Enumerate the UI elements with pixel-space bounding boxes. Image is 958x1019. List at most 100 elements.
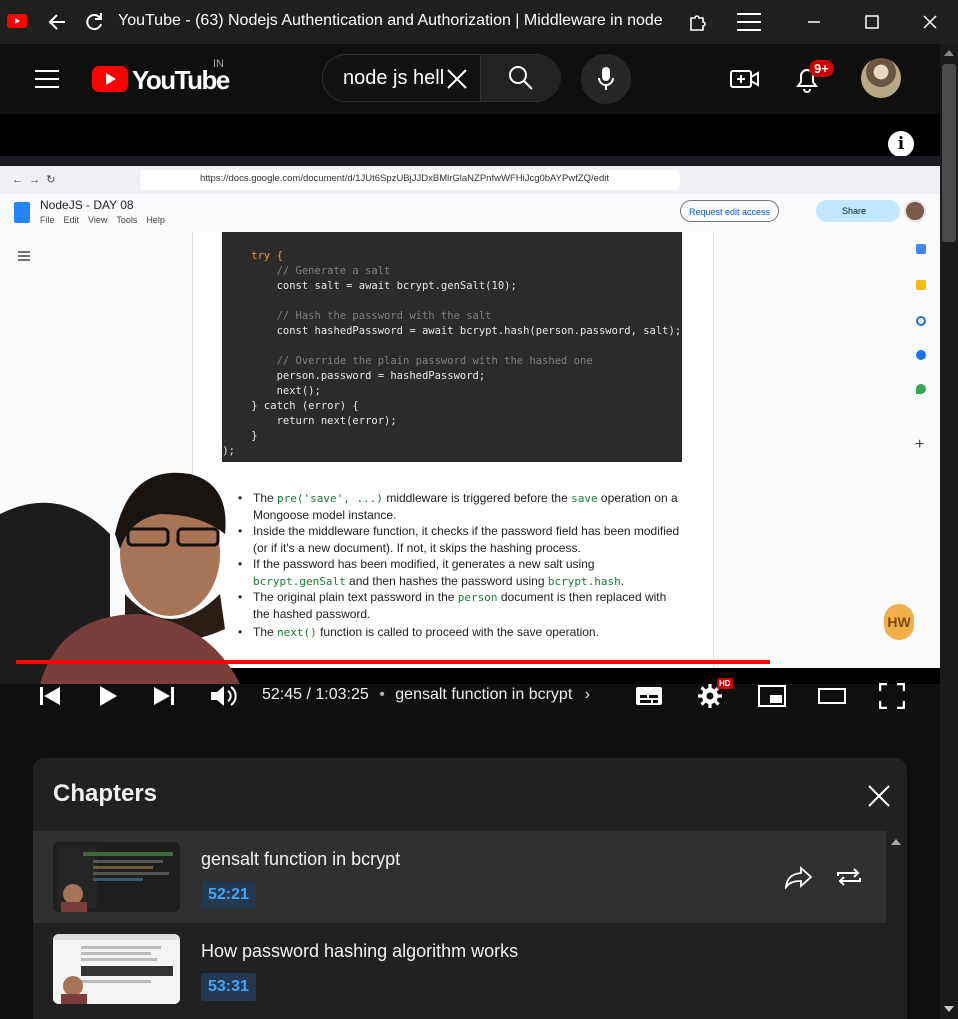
docs-menu-tools: Tools: [116, 215, 138, 225]
notifications-badge: 9+: [809, 60, 834, 77]
scrollbar-thumb[interactable]: [942, 64, 956, 242]
maximize-icon[interactable]: [858, 8, 886, 36]
voice-search-button[interactable]: [581, 54, 631, 104]
bullet-item: • Inside the middleware function, it che…: [238, 524, 680, 555]
region-label: IN: [213, 58, 224, 70]
docs-menu-edit: Edit: [63, 215, 80, 225]
extensions-puzzle-icon[interactable]: [684, 8, 712, 36]
bullet-item: • The next() function is called to proce…: [238, 625, 599, 639]
chapter-timestamp[interactable]: 53:31: [201, 973, 256, 1001]
subtitles-icon[interactable]: [634, 682, 664, 710]
next-icon[interactable]: [150, 682, 178, 710]
youtube-header: YouTube IN node js hell 9+: [0, 44, 940, 114]
chapter-name: gensalt function in bcrypt: [201, 849, 401, 869]
window-title: YouTube - (63) Nodejs Authentication and…: [118, 12, 663, 29]
code-line: // Generate a salt: [226, 265, 391, 277]
chapter-thumbnail: [53, 934, 180, 1004]
doc-title: NodeJS - DAY 08: [40, 198, 134, 212]
code-line: // Override the plain password with the …: [226, 355, 593, 367]
chapters-scrollbar[interactable]: [886, 831, 907, 1019]
close-icon[interactable]: [863, 780, 895, 812]
chapters-title: Chapters: [53, 780, 158, 807]
docs-menu-bar: File Edit View Tools Help: [40, 215, 165, 225]
seek-bar[interactable]: [16, 660, 924, 664]
chapters-panel: Chapters gensalt function in bcrypt 52:2…: [33, 758, 907, 1019]
chapter-item[interactable]: gensalt function in bcrypt 52:21: [33, 831, 886, 923]
youtube-logo[interactable]: YouTube IN: [92, 58, 232, 96]
recorded-url-row: ← → ↻ https://docs.google.com/document/d…: [0, 166, 940, 195]
search-input-value: node js hell: [343, 67, 443, 89]
code-block: try { // Generate a salt const salt = aw…: [216, 232, 682, 462]
video-player[interactable]: i ← → ↻ https://docs.google.com/document…: [0, 114, 940, 684]
scroll-down-icon[interactable]: [944, 1006, 954, 1012]
chapter-chevron-icon[interactable]: ›: [585, 686, 590, 703]
chapter-timestamp[interactable]: 52:21: [201, 881, 256, 909]
recorded-nav-icons: ← → ↻: [12, 174, 56, 186]
contacts-icon: [916, 350, 926, 360]
add-addon-icon: +: [915, 436, 925, 453]
fullscreen-icon[interactable]: [876, 680, 908, 712]
tasks-icon: [916, 316, 926, 326]
code-line: const salt = await bcrypt.genSalt(10);: [226, 280, 517, 292]
menu-lines-icon[interactable]: [734, 8, 764, 36]
code-line: try {: [226, 250, 283, 262]
code-line: // Hash the password with the salt: [226, 310, 492, 322]
close-window-icon[interactable]: [916, 8, 944, 36]
create-video-icon[interactable]: [728, 64, 762, 94]
search-input[interactable]: node js hell: [323, 55, 480, 101]
hd-badge: HD: [717, 678, 733, 689]
chapter-thumbnail: [53, 842, 180, 912]
docs-logo-icon: [14, 202, 30, 223]
guide-menu-icon[interactable]: [30, 64, 64, 94]
miniplayer-icon[interactable]: [756, 682, 788, 710]
microphone-icon: [598, 67, 614, 90]
refresh-icon[interactable]: [80, 8, 108, 36]
chapter-name: How password hashing algorithm works: [201, 941, 519, 961]
share-arrow-icon[interactable]: [783, 861, 815, 893]
channel-watermark: HW: [884, 604, 914, 640]
outline-icon: [18, 248, 30, 266]
code-line: return next(error);: [226, 415, 397, 427]
docs-header: NodeJS - DAY 08 File Edit View Tools Hel…: [0, 194, 940, 232]
play-icon[interactable]: [94, 682, 122, 710]
code-line: const hashedPassword = await bcrypt.hash…: [226, 325, 682, 337]
clear-search-icon[interactable]: [443, 65, 471, 93]
info-icon[interactable]: i: [888, 131, 914, 157]
code-line: }: [226, 430, 258, 442]
request-edit-button: Request edit access: [680, 200, 780, 222]
current-chapter-label[interactable]: gensalt function in bcrypt: [395, 686, 572, 703]
browser-title-bar: YouTube - (63) Nodejs Authentication and…: [0, 0, 958, 44]
docs-menu-help: Help: [146, 215, 165, 225]
previous-icon[interactable]: [36, 682, 64, 710]
scroll-up-icon[interactable]: [891, 839, 901, 845]
back-arrow-icon[interactable]: [44, 8, 72, 36]
search-bar: node js hell: [322, 54, 561, 102]
calendar-icon: [916, 244, 926, 254]
code-line: } catch (error) {: [226, 400, 359, 412]
search-icon: [509, 66, 533, 90]
bullet-item: • The original plain text password in th…: [238, 590, 667, 621]
time-display: 52:45 / 1:03:25 • gensalt function in bc…: [262, 686, 590, 704]
seek-bar-played: [16, 660, 770, 664]
page-scrollbar[interactable]: [940, 44, 958, 1019]
chapter-item[interactable]: How password hashing algorithm works 53:…: [33, 923, 886, 1015]
bullet-item: • The pre('save', ...) middleware is tri…: [238, 491, 678, 522]
docs-menu-file: File: [40, 215, 55, 225]
loop-icon[interactable]: [833, 861, 865, 893]
avatar[interactable]: [861, 58, 901, 98]
recorded-tabs-row: [0, 156, 940, 166]
minimize-icon[interactable]: [800, 8, 828, 36]
theater-mode-icon[interactable]: [816, 682, 848, 710]
code-line: next();: [226, 385, 321, 397]
volume-icon[interactable]: [208, 680, 240, 712]
docs-avatar: [904, 200, 926, 222]
bullet-item: • If the password has been modified, it …: [238, 557, 625, 588]
search-button[interactable]: [480, 55, 561, 101]
youtube-favicon-icon: [6, 10, 28, 32]
docs-side-panel: +: [905, 232, 940, 668]
scroll-up-icon[interactable]: [944, 50, 954, 56]
recorded-url-text: https://docs.google.com/document/d/1JUt6…: [200, 173, 609, 184]
keep-icon: [916, 280, 926, 290]
time-readout: 52:45 / 1:03:25: [262, 686, 369, 703]
recorded-url-box: https://docs.google.com/document/d/1JUt6…: [140, 170, 680, 190]
